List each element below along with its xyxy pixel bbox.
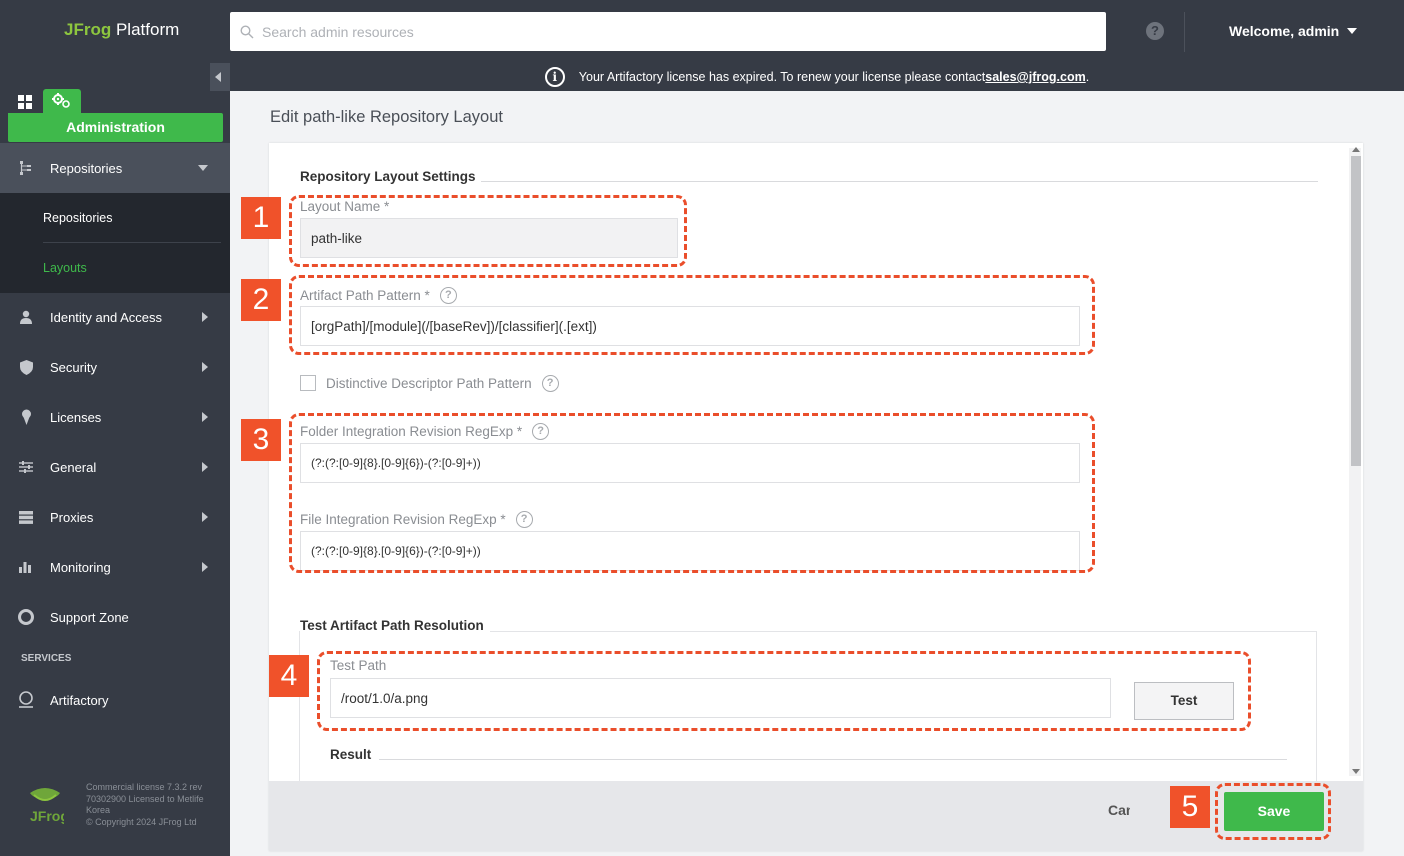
result-title: Result: [330, 747, 372, 762]
chevron-down-icon: [198, 165, 208, 171]
jfrog-frog-logo: JFrog: [30, 788, 64, 824]
logo-brand: JFrog: [64, 20, 112, 39]
sidebar-item-label: Licenses: [50, 409, 102, 425]
search-input[interactable]: [262, 23, 1062, 40]
search-icon: [240, 24, 254, 38]
chevron-right-icon: [202, 562, 208, 572]
footer-line: Commercial license 7.3.2 rev: [86, 782, 203, 792]
sliders-icon: [19, 461, 33, 473]
sidebar-item-general[interactable]: General: [0, 442, 230, 492]
help-icon[interactable]: ?: [1146, 22, 1164, 40]
bar-chart-icon: [19, 562, 31, 573]
annotation-number-5: 5: [1170, 786, 1210, 828]
section-divider: [481, 181, 1318, 182]
sidebar-subitem-repositories[interactable]: Repositories: [43, 211, 112, 225]
sidebar-item-artifactory[interactable]: Artifactory: [0, 675, 230, 725]
banner-suffix: .: [1085, 70, 1090, 84]
sidebar-subitem-layouts[interactable]: Layouts: [43, 261, 87, 275]
annotation-box-1: [289, 195, 687, 267]
gears-icon: [52, 93, 70, 108]
admin-tab[interactable]: [43, 89, 81, 113]
license-icon: [21, 409, 31, 425]
welcome-text: Welcome, admin: [1229, 23, 1340, 39]
shield-icon: [19, 359, 33, 375]
annotation-number-4: 4: [269, 655, 309, 697]
license-banner: i Your Artifactory license has expired. …: [230, 63, 1404, 91]
jfrog-logo[interactable]: JFrog Platform: [64, 20, 179, 40]
logo-product: Platform: [115, 20, 180, 39]
license-footer: Commercial license 7.3.2 rev 70302900 Li…: [86, 782, 216, 828]
repositories-submenu: Repositories Layouts: [0, 193, 230, 293]
settings-section-title: Repository Layout Settings: [300, 169, 476, 184]
cancel-button[interactable]: Cancel: [1108, 802, 1130, 818]
sidebar-item-label: Proxies: [50, 509, 94, 525]
sidebar-item-label: Identity and Access: [50, 309, 163, 325]
user-menu[interactable]: Welcome, admin: [1229, 23, 1358, 39]
footer-line: © Copyright 2024 JFrog Ltd: [86, 816, 197, 827]
annotation-box-5: [1215, 783, 1331, 840]
artifactory-icon: [19, 691, 33, 708]
user-icon: [20, 310, 32, 324]
info-icon: i: [544, 67, 565, 87]
footer-line: 70302900 Licensed to Metlife: [86, 793, 204, 804]
scrollbar-thumb[interactable]: [1351, 156, 1361, 466]
chevron-right-icon: [202, 462, 208, 472]
sidebar-item-monitoring[interactable]: Monitoring: [0, 542, 230, 592]
server-icon: [19, 510, 33, 524]
chevron-right-icon: [202, 362, 208, 372]
footer-line: Korea: [86, 805, 111, 815]
sidebar-item-label: General: [50, 459, 97, 475]
distinctive-descriptor-checkbox[interactable]: [300, 375, 316, 391]
svg-text:JFrog: JFrog: [30, 808, 64, 824]
administration-label: Administration: [8, 113, 223, 142]
header-divider: [1184, 12, 1185, 52]
annotation-box-4: [317, 651, 1251, 731]
annotation-number-1: 1: [241, 197, 281, 239]
top-bar: JFrog Platform ? Welcome, admin: [0, 0, 1404, 63]
services-heading: SERVICES: [21, 653, 72, 664]
sidebar-item-label: Security: [50, 359, 97, 375]
annotation-number-3: 3: [241, 419, 281, 461]
scroll-up-arrow-icon[interactable]: [1352, 147, 1360, 152]
annotation-box-3: [289, 413, 1095, 573]
page-title: Edit path-like Repository Layout: [270, 108, 503, 126]
annotation-number-2: 2: [241, 279, 281, 321]
banner-message: Your Artifactory license has expired. To…: [578, 70, 986, 84]
sidebar-item-identity-and-access[interactable]: Identity and Access: [0, 292, 230, 342]
sidebar: Administration Repositories Repositories…: [0, 63, 230, 856]
test-section-title: Test Artifact Path Resolution: [300, 618, 490, 633]
chevron-right-icon: [202, 512, 208, 522]
sidebar-item-repositories[interactable]: Repositories: [0, 143, 230, 193]
search-bar[interactable]: [230, 12, 1106, 51]
sidebar-item-label: Monitoring: [50, 559, 111, 575]
sidebar-item-security[interactable]: Security: [0, 342, 230, 392]
chevron-left-icon: [215, 72, 221, 82]
section-divider: [379, 759, 1287, 760]
sidebar-item-label: Artifactory: [50, 692, 109, 708]
repository-tree-icon: [20, 161, 31, 175]
annotation-box-2: [289, 275, 1095, 355]
sales-email-link[interactable]: sales@jfrog.com: [985, 70, 1085, 84]
scroll-down-arrow-icon[interactable]: [1352, 769, 1360, 774]
sidebar-collapse-button[interactable]: [210, 63, 230, 91]
sidebar-item-proxies[interactable]: Proxies: [0, 492, 230, 542]
chevron-down-icon: [1347, 28, 1358, 34]
submenu-divider: [43, 242, 221, 243]
chevron-right-icon: [202, 412, 208, 422]
lifebuoy-icon: [18, 609, 34, 625]
help-icon[interactable]: ?: [541, 375, 559, 392]
sidebar-item-label: Support Zone: [50, 609, 129, 625]
apps-grid-icon[interactable]: [18, 95, 34, 109]
sidebar-item-support-zone[interactable]: Support Zone: [0, 592, 230, 642]
sidebar-item-label: Repositories: [50, 160, 123, 176]
distinctive-descriptor-label: Distinctive Descriptor Path Pattern?: [326, 375, 559, 392]
sidebar-item-licenses[interactable]: Licenses: [0, 392, 230, 442]
chevron-right-icon: [202, 312, 208, 322]
